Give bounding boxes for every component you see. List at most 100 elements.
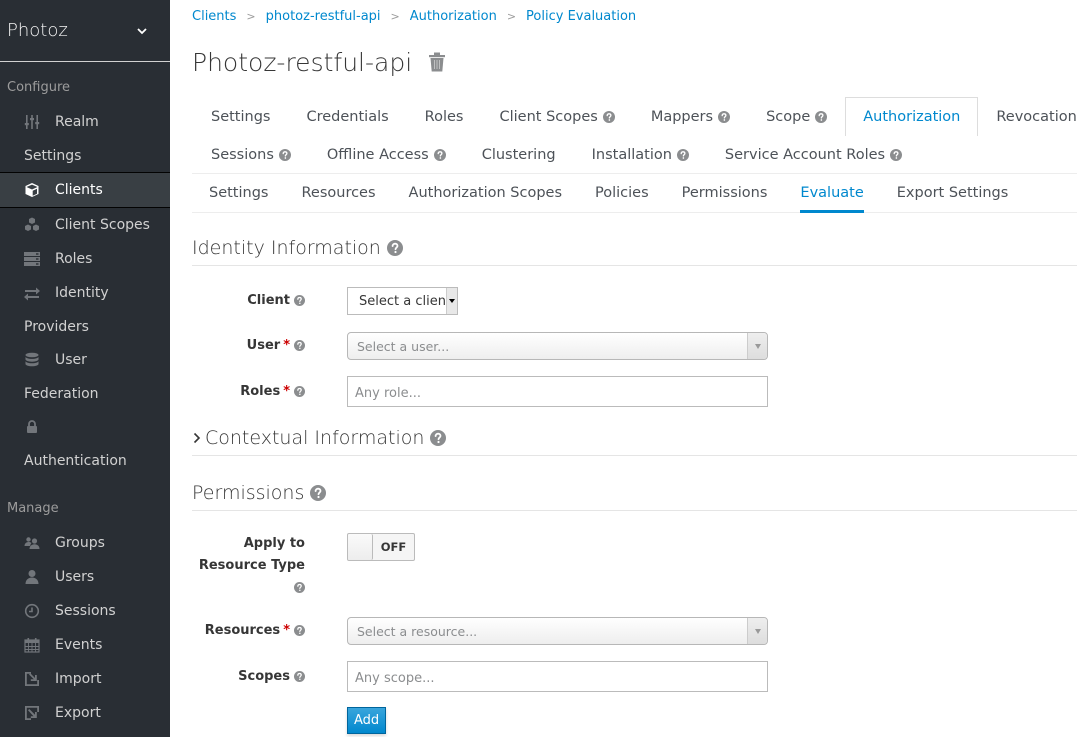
sidebar-item-events[interactable]: Events <box>0 628 170 662</box>
tab-label: Clustering <box>481 146 556 163</box>
tab-sessions[interactable]: Sessions <box>192 135 309 173</box>
subtab-permissions[interactable]: Permissions <box>665 174 784 212</box>
breadcrumb-clients[interactable]: Clients <box>192 9 236 24</box>
required-marker: * <box>283 383 290 399</box>
tab-client-scopes[interactable]: Client Scopes <box>481 97 632 135</box>
help-icon[interactable] <box>890 149 902 161</box>
help-icon[interactable] <box>294 625 305 636</box>
breadcrumb-separator: > <box>390 10 400 23</box>
resources-label: Resources * <box>192 620 305 642</box>
section-title: Permissions <box>192 482 305 504</box>
tab-label: Installation <box>591 146 672 163</box>
tab-label: Settings <box>211 108 271 125</box>
sidebar-item-client-scopes[interactable]: Client Scopes <box>0 208 170 242</box>
trash-icon[interactable] <box>428 52 446 72</box>
help-icon[interactable] <box>294 340 305 351</box>
add-button[interactable]: Add <box>347 707 387 734</box>
sidebar-item-authentication[interactable]: Authentication <box>0 410 170 477</box>
page-title: Photoz-restful-api <box>192 47 413 77</box>
apply-resource-type-label: Apply to Resource Type <box>192 533 305 599</box>
section-title: Contextual Information <box>205 427 425 449</box>
help-icon[interactable] <box>310 485 326 501</box>
breadcrumb-authorization[interactable]: Authorization <box>410 9 497 24</box>
tab-offline-access[interactable]: Offline Access <box>309 135 464 173</box>
help-icon[interactable] <box>434 149 446 161</box>
roles-label: Roles * <box>192 381 305 403</box>
breadcrumb: Clients > photoz-restful-api > Authoriza… <box>192 0 1077 33</box>
help-icon[interactable] <box>815 111 827 123</box>
sidebar-item-label: Sessions <box>55 603 116 619</box>
sidebar-item-user-federation[interactable]: User Federation <box>0 343 170 410</box>
sidebar-item-import[interactable]: Import <box>0 662 170 696</box>
import-icon <box>24 671 40 687</box>
sidebar-item-label: Events <box>55 637 103 653</box>
roles-input[interactable] <box>347 376 768 407</box>
tab-roles[interactable]: Roles <box>407 97 482 135</box>
section-label-manage: Manage <box>7 501 59 516</box>
user-select[interactable]: Select a user... <box>347 332 768 360</box>
contextual-information-heading[interactable]: Contextual Information <box>192 427 1077 456</box>
help-icon[interactable] <box>294 295 305 306</box>
tab-scope[interactable]: Scope <box>748 97 845 135</box>
sidebar-item-identity-providers[interactable]: Identity Providers <box>0 276 170 343</box>
help-icon[interactable] <box>279 149 291 161</box>
tab-installation[interactable]: Installation <box>574 135 707 173</box>
required-marker: * <box>283 623 290 638</box>
help-icon[interactable] <box>387 240 403 256</box>
apply-resource-type-row: Apply to Resource Type OFF <box>192 533 1077 599</box>
sidebar-item-clients[interactable]: Clients <box>0 172 170 208</box>
tab-clustering[interactable]: Clustering <box>464 135 574 173</box>
subtab-evaluate[interactable]: Evaluate <box>784 174 880 213</box>
tab-revocation[interactable]: Revocation <box>978 97 1090 135</box>
tab-service-account-roles[interactable]: Service Account Roles <box>707 135 920 173</box>
help-icon[interactable] <box>430 430 446 446</box>
add-row: Add <box>192 707 1077 734</box>
sidebar-item-users[interactable]: Users <box>0 560 170 594</box>
subtab-resources[interactable]: Resources <box>285 174 392 212</box>
sidebar-item-label: Federation <box>24 385 99 402</box>
sidebar-item-export[interactable]: Export <box>0 696 170 730</box>
tab-settings[interactable]: Settings <box>192 97 288 135</box>
tab-mappers[interactable]: Mappers <box>633 97 748 135</box>
chevron-down-icon <box>137 27 147 34</box>
breadcrumb-separator: > <box>506 10 517 23</box>
help-icon[interactable] <box>603 111 615 123</box>
subtab-policies[interactable]: Policies <box>579 174 666 212</box>
sidebar-item-label: Realm <box>55 114 99 130</box>
exchange-icon <box>24 285 40 301</box>
breadcrumb-client[interactable]: photoz-restful-api <box>266 9 381 24</box>
realm-selector[interactable]: Photoz <box>0 0 170 62</box>
user-label: User * <box>192 335 305 357</box>
sidebar-item-label: User <box>55 352 87 368</box>
toggle-state: OFF <box>380 540 407 554</box>
cubes-icon <box>24 217 40 233</box>
caret-down-icon <box>747 333 767 359</box>
help-icon[interactable] <box>677 149 689 161</box>
help-icon[interactable] <box>294 386 305 397</box>
client-select[interactable]: Select a client <box>347 287 458 315</box>
tab-label: Authorization <box>863 109 961 125</box>
tab-credentials[interactable]: Credentials <box>288 97 406 135</box>
resources-select[interactable]: Select a resource... <box>347 617 768 645</box>
help-icon[interactable] <box>718 111 730 123</box>
sidebar-item-label: Providers <box>24 318 89 335</box>
sidebar-item-sessions[interactable]: Sessions <box>0 594 170 628</box>
sliders-icon <box>24 114 40 130</box>
sidebar-item-label: Client Scopes <box>55 217 150 233</box>
sidebar-item-label: Roles <box>55 251 93 267</box>
subtab-authorization-scopes[interactable]: Authorization Scopes <box>392 174 578 212</box>
help-icon[interactable] <box>294 671 305 682</box>
help-icon[interactable] <box>294 582 305 593</box>
sidebar-item-groups[interactable]: Groups <box>0 526 170 560</box>
tab-authorization[interactable]: Authorization <box>845 97 979 136</box>
apply-resource-type-toggle[interactable]: OFF <box>347 533 415 561</box>
sidebar-item-roles[interactable]: Roles <box>0 242 170 276</box>
scopes-input[interactable] <box>347 661 768 692</box>
client-tabs-row-2: Sessions Offline Access Clustering Insta… <box>192 135 1077 173</box>
breadcrumb-policy-evaluation[interactable]: Policy Evaluation <box>526 9 636 24</box>
subtab-settings[interactable]: Settings <box>192 174 285 212</box>
sidebar-item-label: Authentication <box>24 452 127 469</box>
tab-label: Mappers <box>650 108 714 125</box>
sidebar-item-realm-settings[interactable]: Realm Settings <box>0 105 170 172</box>
subtab-export-settings[interactable]: Export Settings <box>880 174 1025 212</box>
